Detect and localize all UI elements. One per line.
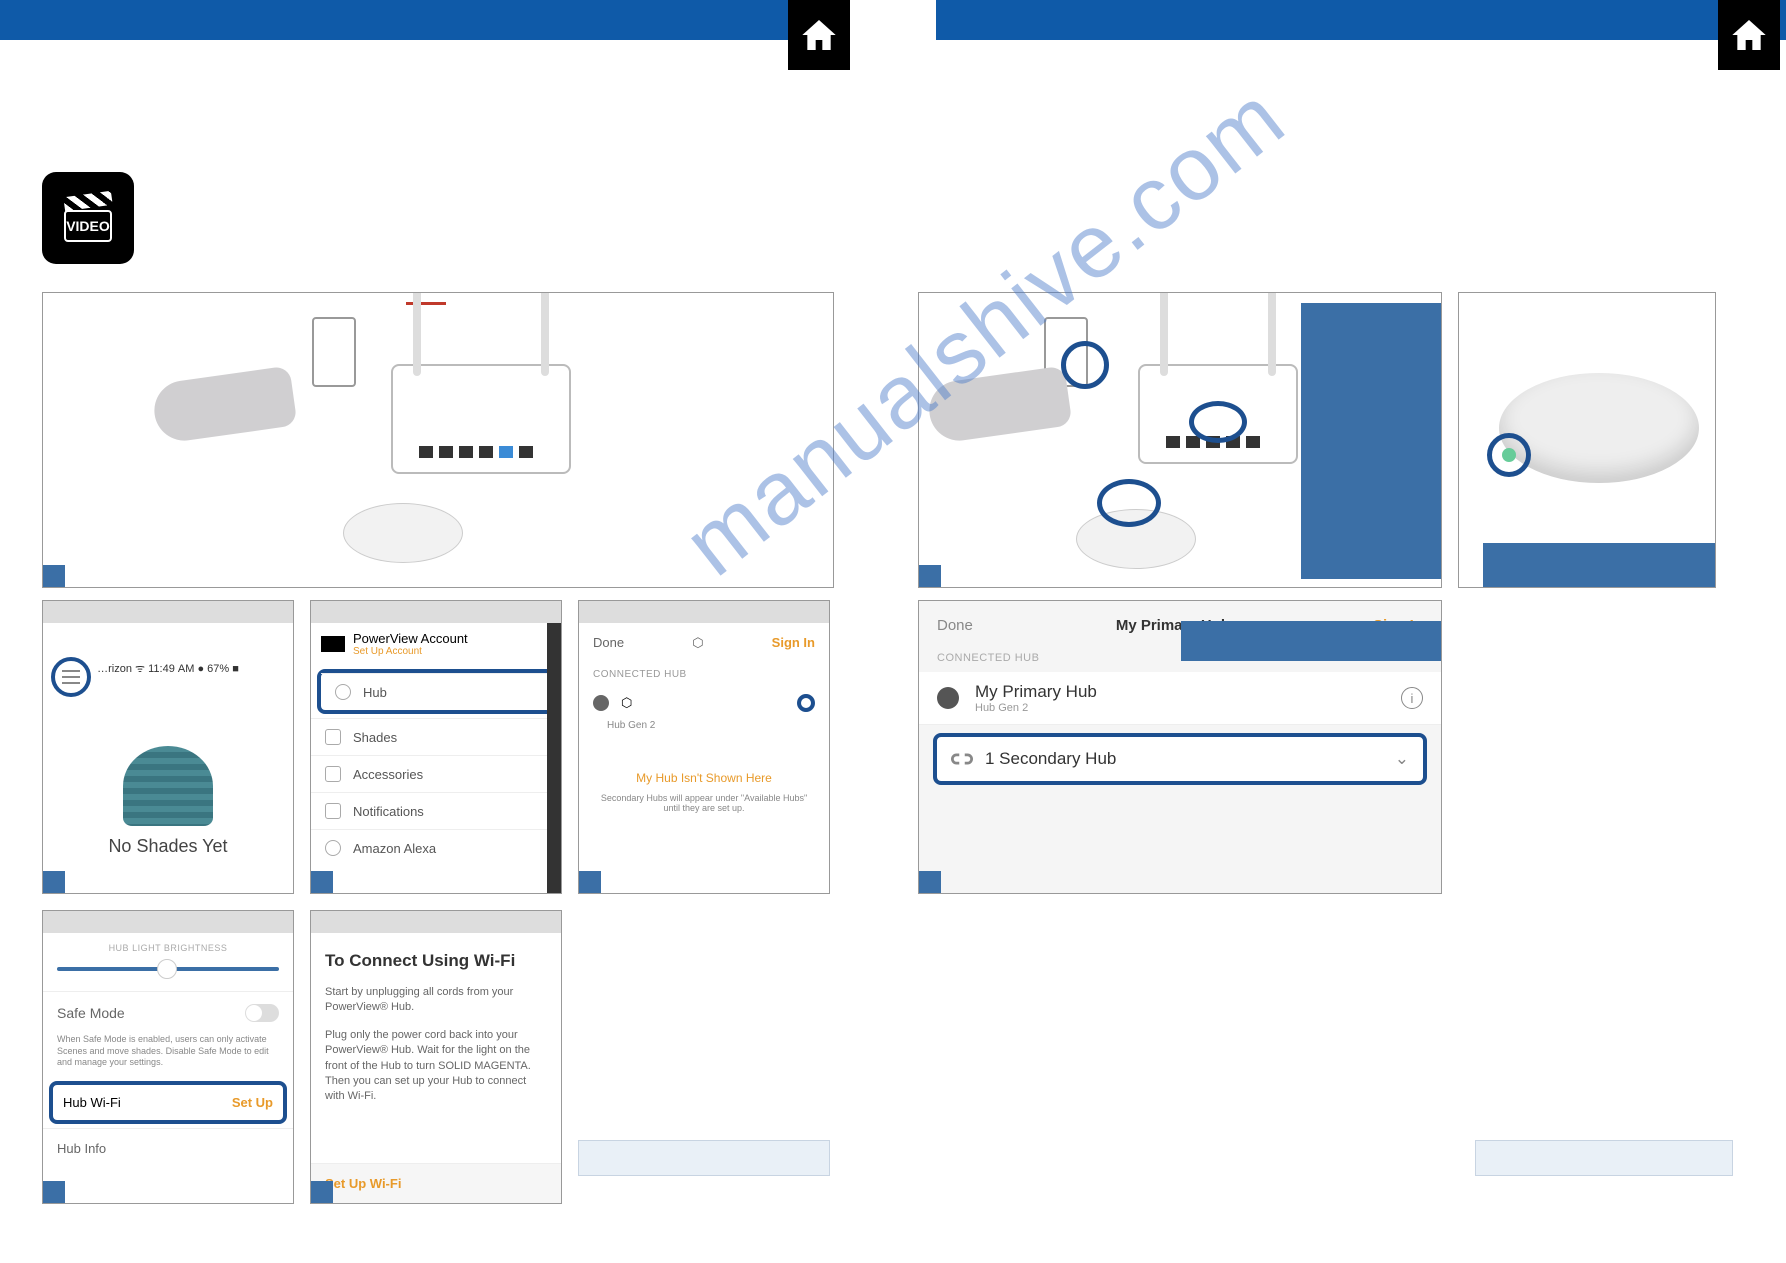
screenshot-app-menu: PowerView Account Set Up Account Hub Sha… — [310, 600, 562, 894]
home-button-left[interactable] — [788, 0, 850, 70]
accessories-icon — [325, 766, 341, 782]
screenshot-hub-settings: HUB LIGHT BRIGHTNESS Safe Mode When Safe… — [42, 910, 294, 1204]
hand-plug-icon — [926, 366, 1073, 445]
hub-row[interactable]: ⬡ — [579, 686, 829, 720]
shades-icon — [325, 729, 341, 745]
video-link-icon[interactable]: VIDEO — [42, 172, 134, 264]
hub-wifi-label: Hub Wi-Fi — [63, 1095, 121, 1110]
hamburger-icon — [62, 670, 80, 684]
screenshot-app-home: …rizon ᯤ 11:49 AM ● 67% ■ No Shades Yet — [42, 600, 294, 894]
wifi-instr-para2: Plug only the power cord back into your … — [325, 1028, 547, 1105]
wall-outlet-icon — [312, 317, 356, 387]
caption-block — [1181, 621, 1441, 661]
bell-icon — [325, 803, 341, 819]
figure-hub-led — [1458, 292, 1716, 588]
setup-link[interactable]: Set Up — [232, 1095, 273, 1110]
note-box-left — [578, 1140, 830, 1176]
callout-circle-icon — [1097, 479, 1161, 527]
menu-item-shades[interactable]: Shades — [311, 718, 561, 755]
screenshot-wifi-instructions: To Connect Using Wi-Fi Start by unpluggi… — [310, 910, 562, 1204]
menu-item-label: Shades — [353, 730, 397, 745]
menu-item-notifications[interactable]: Notifications — [311, 792, 561, 829]
shade-illustration-icon — [123, 746, 213, 826]
link-icon — [951, 752, 973, 766]
secondary-hub-label: 1 Secondary Hub — [985, 749, 1116, 769]
home-icon — [1729, 15, 1769, 55]
hub-status-icon — [593, 695, 609, 711]
primary-hub-row[interactable]: My Primary Hub Hub Gen 2 i — [919, 672, 1441, 725]
callout-circle-icon — [1061, 341, 1109, 389]
screenshot-secondary-hub: Done My Primary Hub Sign In CONNECTED HU… — [918, 600, 1442, 894]
menu-item-label: Notifications — [353, 804, 424, 819]
figure-number-marker — [919, 871, 941, 893]
home-icon — [799, 15, 839, 55]
chevron-down-icon: ⌄ — [1395, 749, 1409, 769]
home-button-right[interactable] — [1718, 0, 1780, 70]
hub-desc-text: Secondary Hubs will appear under "Availa… — [579, 793, 829, 813]
router-icon — [391, 364, 571, 474]
figure-wiring-callouts — [918, 292, 1442, 588]
figure-number-marker — [43, 1181, 65, 1203]
video-label: VIDEO — [64, 210, 112, 242]
hub-title-icon: ⬡ — [692, 635, 703, 651]
hub-name-label: My Primary Hub — [975, 682, 1097, 702]
hub-wifi-callout[interactable]: Hub Wi-Fi Set Up — [49, 1081, 287, 1124]
menu-item-label: Amazon Alexa — [353, 841, 436, 856]
header-bar-right — [936, 0, 1786, 40]
hub-info-callout[interactable] — [797, 694, 815, 712]
hub-device-icon — [343, 503, 463, 563]
account-subtitle[interactable]: Set Up Account — [353, 646, 468, 657]
menu-button-callout[interactable] — [51, 657, 91, 697]
figure-number-marker — [43, 871, 65, 893]
safe-mode-label: Safe Mode — [57, 1005, 125, 1021]
figure-number-marker — [311, 1181, 333, 1203]
section-label: CONNECTED HUB — [579, 663, 829, 686]
hub-device-icon — [1499, 373, 1699, 483]
account-header: PowerView Account Set Up Account — [311, 623, 561, 665]
brand-logo-icon — [321, 636, 345, 652]
figure-number-marker — [579, 871, 601, 893]
done-button[interactable]: Done — [937, 617, 973, 634]
header-bar-left — [0, 0, 850, 40]
safe-mode-desc: When Safe Mode is enabled, users can onl… — [43, 1034, 293, 1077]
hub-status-icon — [937, 687, 959, 709]
alexa-icon — [325, 840, 341, 856]
menu-item-label: Accessories — [353, 767, 423, 782]
slider-knob[interactable] — [157, 959, 177, 979]
led-callout-icon — [1487, 433, 1531, 477]
done-button[interactable]: Done — [593, 635, 624, 651]
menu-item-label: Hub — [363, 685, 387, 700]
secondary-hub-callout[interactable]: 1 Secondary Hub ⌄ — [933, 733, 1427, 785]
signin-button[interactable]: Sign In — [772, 635, 815, 651]
callout-circle-icon — [1189, 401, 1247, 443]
figure-number-marker — [311, 871, 333, 893]
menu-item-accessories[interactable]: Accessories — [311, 755, 561, 792]
brightness-slider[interactable] — [57, 967, 279, 971]
no-shades-message: No Shades Yet — [43, 836, 293, 857]
screenshot-connected-hub: Done ⬡ Sign In CONNECTED HUB ⬡ Hub Gen 2… — [578, 600, 830, 894]
wifi-instr-title: To Connect Using Wi-Fi — [325, 951, 547, 971]
safe-mode-toggle[interactable] — [245, 1004, 279, 1022]
clapper-icon — [63, 191, 112, 212]
menu-item-alexa[interactable]: Amazon Alexa — [311, 829, 561, 866]
figure-wiring-diagram — [42, 292, 834, 588]
caption-block — [1301, 303, 1441, 579]
hub-not-shown-link[interactable]: My Hub Isn't Shown Here — [579, 771, 829, 785]
caption-block — [1483, 543, 1715, 587]
hub-info-row[interactable]: Hub Info — [43, 1128, 293, 1168]
info-icon[interactable]: i — [1401, 687, 1423, 709]
hub-gen-label: Hub Gen 2 — [607, 720, 829, 731]
figure-number-marker — [919, 565, 941, 587]
account-title: PowerView Account — [353, 631, 468, 646]
hub-gen-label: Hub Gen 2 — [975, 702, 1097, 714]
setup-wifi-button[interactable]: Set Up Wi-Fi — [311, 1163, 561, 1203]
brightness-label: HUB LIGHT BRIGHTNESS — [43, 943, 293, 953]
figure-number-marker — [43, 565, 65, 587]
wifi-instr-para1: Start by unplugging all cords from your … — [325, 985, 547, 1016]
note-box-right — [1475, 1140, 1733, 1176]
hand-plug-icon — [150, 366, 297, 445]
menu-hub-callout[interactable]: Hub — [317, 669, 555, 714]
hub-icon — [335, 684, 351, 700]
